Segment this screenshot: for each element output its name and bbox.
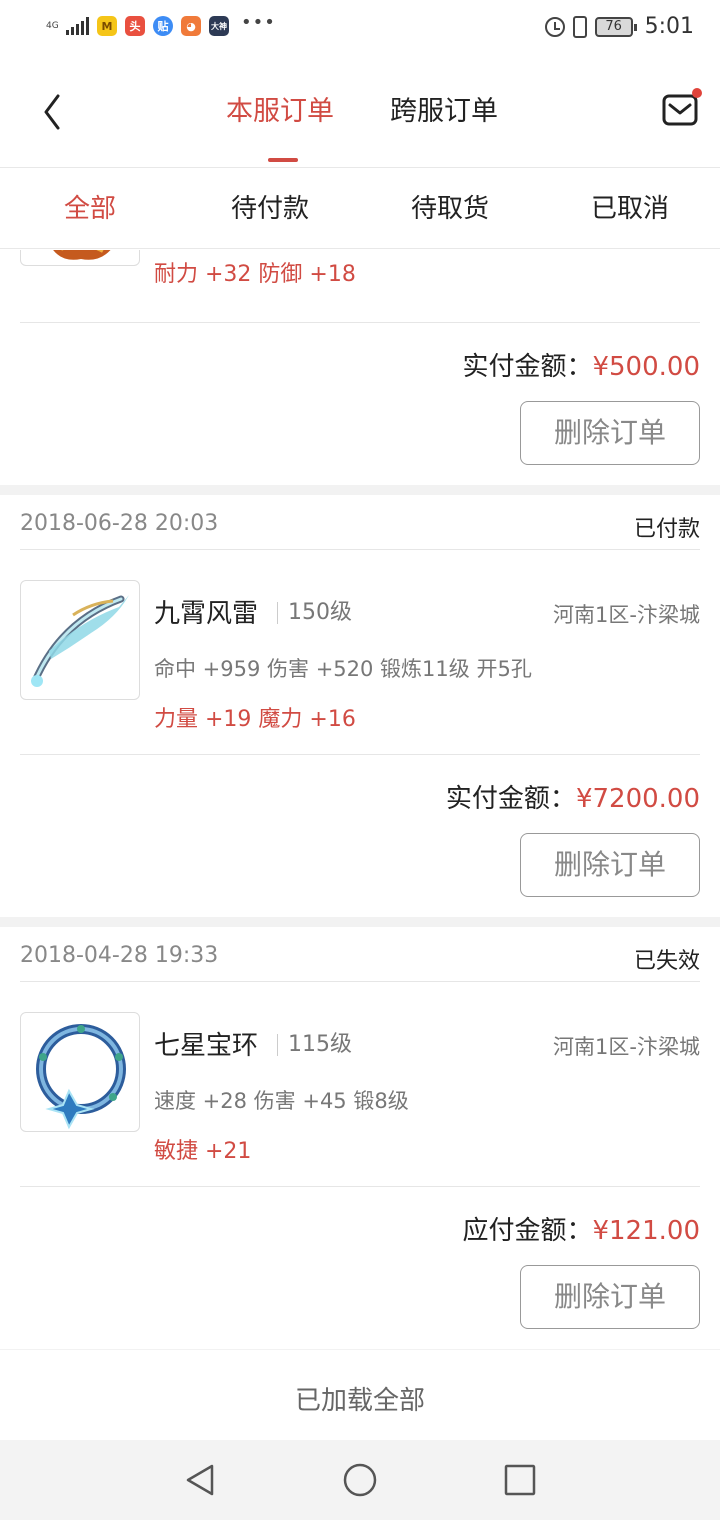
nav-back-button[interactable]: [182, 1462, 218, 1498]
circle-home-icon: [343, 1463, 377, 1497]
item-thumbnail[interactable]: [20, 1012, 140, 1132]
active-tab-indicator: [268, 158, 298, 162]
payment-label: 实付金额：: [445, 784, 576, 814]
item-thumbnail[interactable]: [20, 580, 140, 700]
payment-amount: ¥121.00: [592, 1216, 700, 1246]
order-card: 2018-04-28 19:33 已失效 七星宝环 115级 河南1区-汴梁城 …: [0, 927, 720, 1349]
item-bonus-stats: 敏捷 +21: [154, 1139, 252, 1164]
nav-home-button[interactable]: [342, 1462, 378, 1498]
more-notifications-icon: •••: [241, 11, 276, 33]
item-image: [36, 1024, 126, 1130]
order-card: 耐力 +32 防御 +18 实付金额：¥500.00 删除订单: [0, 250, 720, 485]
item-name: 九霄风雷: [154, 599, 259, 629]
tab-local-orders[interactable]: 本服订单: [226, 94, 334, 130]
app-red-icon: 头: [125, 16, 145, 36]
vibrate-icon: [572, 15, 587, 38]
filter-cancelled[interactable]: 已取消: [540, 193, 720, 225]
battery-icon: 76: [594, 16, 637, 37]
item-bonus-stats: 耐力 +32 防御 +18: [154, 262, 356, 287]
divider: [20, 981, 700, 982]
nav-recents-button[interactable]: [502, 1462, 538, 1498]
network-type: 4G: [46, 20, 59, 31]
payment-label: 实付金额：: [462, 352, 593, 382]
delete-order-button[interactable]: 删除订单: [520, 1265, 700, 1329]
mail-icon: [662, 94, 698, 126]
status-left: 4G M 头 贴 ◕ 大神 •••: [46, 12, 276, 36]
item-image: [53, 250, 111, 260]
filter-tabs: 全部 待付款 待取货 已取消: [0, 169, 720, 249]
filter-pending-pickup[interactable]: 待取货: [360, 193, 540, 225]
unread-dot: [692, 88, 702, 98]
payment-label: 应付金额：: [462, 1216, 593, 1246]
filter-pending-payment[interactable]: 待付款: [180, 193, 360, 225]
divider: [20, 549, 700, 550]
item-server: 河南1区-汴梁城: [553, 603, 700, 627]
item-stats: 命中 +959 伤害 +520 锻炼11级 开5孔: [154, 657, 532, 681]
clock: 5:01: [644, 14, 694, 39]
app-header: 本服订单 跨服订单: [0, 58, 720, 168]
item-image: [31, 595, 129, 687]
chevron-left-icon: [44, 94, 60, 130]
item-server: 河南1区-汴梁城: [553, 1035, 700, 1059]
order-status: 已失效: [633, 949, 700, 974]
item-level: 115级: [277, 1034, 352, 1056]
alarm-icon: [544, 16, 565, 37]
dashen-icon: 大神: [209, 16, 229, 36]
signal-icon: [66, 17, 89, 35]
list-footer: 已加载全部: [0, 1350, 720, 1440]
item-thumbnail[interactable]: [20, 250, 140, 266]
loaded-all-text: 已加载全部: [294, 1386, 425, 1416]
item-stats: 速度 +28 伤害 +45 锻8级: [154, 1089, 409, 1113]
order-date: 2018-06-28 20:03: [20, 511, 219, 536]
payment-row: 应付金额：¥121.00: [462, 1210, 700, 1247]
message-button[interactable]: [662, 88, 702, 126]
tab-cross-server-orders[interactable]: 跨服订单: [390, 94, 498, 130]
tieba-icon: 贴: [153, 16, 173, 36]
order-list[interactable]: 耐力 +32 防御 +18 实付金额：¥500.00 删除订单 2018-06-…: [0, 250, 720, 1440]
item-name: 七星宝环: [154, 1031, 259, 1061]
status-bar: 4G M 头 贴 ◕ 大神 ••• 76 5:01: [0, 0, 720, 58]
order-date: 2018-04-28 19:33: [20, 943, 219, 968]
triangle-back-icon: [186, 1464, 214, 1496]
item-level: 150级: [277, 602, 352, 624]
payment-row: 实付金额：¥500.00: [462, 346, 700, 383]
payment-amount: ¥500.00: [592, 352, 700, 382]
filter-all[interactable]: 全部: [0, 193, 180, 225]
divider: [20, 322, 700, 323]
status-right: 76 5:01: [544, 14, 694, 39]
payment-amount: ¥7200.00: [575, 784, 700, 814]
order-card: 2018-06-28 20:03 已付款 九霄风雷 150级 河南1区-汴梁城 …: [0, 495, 720, 917]
divider: [20, 754, 700, 755]
square-recents-icon: [504, 1464, 536, 1496]
delete-order-button[interactable]: 删除订单: [520, 401, 700, 465]
back-button[interactable]: [36, 88, 76, 136]
item-bonus-stats: 力量 +19 魔力 +16: [154, 707, 356, 732]
app-orange-icon: ◕: [181, 16, 201, 36]
divider: [20, 1186, 700, 1187]
delete-order-button[interactable]: 删除订单: [520, 833, 700, 897]
order-status: 已付款: [633, 517, 700, 542]
system-nav-bar: [0, 1440, 720, 1520]
taobao-icon: M: [97, 16, 117, 36]
payment-row: 实付金额：¥7200.00: [446, 778, 700, 815]
